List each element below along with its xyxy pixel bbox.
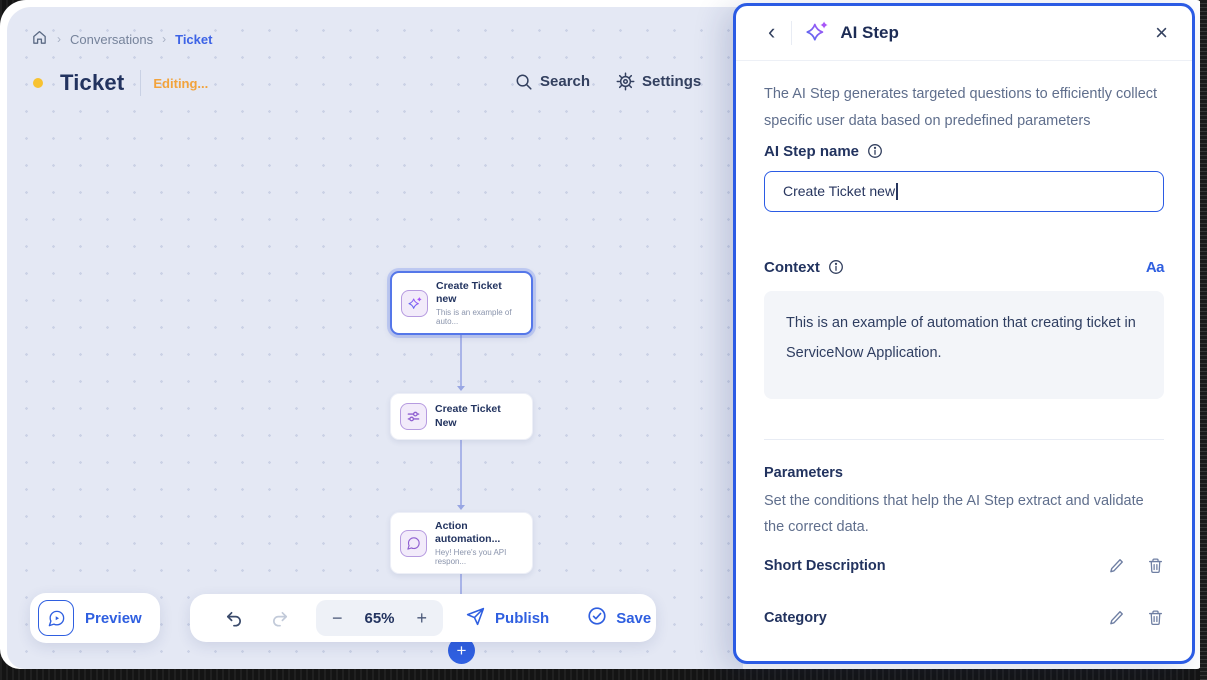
text-format-icon[interactable]: Aa (1146, 259, 1164, 276)
ai-step-name-input[interactable]: Create Ticket new (764, 171, 1164, 212)
node-subtitle: Hey! Here's you API respon... (435, 548, 523, 566)
canvas-toolbar: − 65% + Publish Save (190, 594, 656, 642)
node-create-ticket-new-ai[interactable]: Create Ticket new This is an example of … (390, 271, 533, 335)
search-button[interactable]: Search (515, 73, 590, 91)
node-title: Create Ticket New (435, 403, 523, 429)
context-label: Context (764, 259, 820, 276)
sparkle-icon (401, 290, 428, 317)
connector-line (460, 431, 462, 509)
search-label: Search (540, 73, 590, 90)
breadcrumb-conversations[interactable]: Conversations (70, 32, 153, 47)
paper-plane-icon (465, 606, 486, 631)
parameter-row: Category (764, 592, 1164, 644)
section-divider (764, 439, 1164, 440)
edit-pencil-icon[interactable] (1108, 609, 1125, 626)
ai-step-panel: ‹ AI Step × The AI Step generates target… (733, 3, 1195, 664)
node-create-ticket-new[interactable]: Create Ticket New (390, 393, 533, 440)
save-label: Save (616, 610, 651, 627)
save-button[interactable]: Save (587, 606, 651, 630)
breadcrumb: › Conversations › Ticket (31, 29, 212, 49)
panel-description: The AI Step generates targeted questions… (764, 81, 1164, 135)
settings-label: Settings (642, 73, 701, 90)
search-icon (515, 73, 533, 91)
node-title: Create Ticket new (436, 280, 522, 306)
breadcrumb-separator: › (162, 32, 166, 46)
back-chevron-icon[interactable]: ‹ (760, 21, 783, 46)
parameters-description: Set the conditions that help the AI Step… (764, 488, 1164, 540)
home-icon[interactable] (31, 29, 48, 49)
parameter-name: Short Description (764, 558, 886, 574)
zoom-level: 65% (361, 610, 399, 627)
parameter-row: Priority (764, 644, 1164, 664)
node-subtitle: This is an example of auto... (436, 308, 522, 326)
text-caret (896, 183, 898, 200)
scrollbar[interactable] (1200, 0, 1207, 680)
parameter-name: Priority (764, 662, 815, 664)
ai-step-name-label: AI Step name (764, 143, 859, 160)
edit-pencil-icon[interactable] (1108, 661, 1125, 664)
flow-canvas[interactable]: › Conversations › Ticket Ticket Editing.… (7, 7, 743, 669)
edit-pencil-icon[interactable] (1108, 557, 1125, 574)
delete-trash-icon[interactable] (1147, 609, 1164, 626)
preview-label: Preview (85, 610, 142, 627)
header-divider (791, 21, 792, 45)
node-title: Action automation... (435, 520, 523, 546)
parameters-title: Parameters (764, 465, 1164, 481)
title-divider (140, 70, 141, 96)
parameter-name: Category (764, 610, 827, 626)
zoom-control: − 65% + (316, 600, 443, 636)
page-title: Ticket (60, 70, 124, 96)
status-dot (33, 78, 43, 88)
preview-chat-play-icon (38, 600, 74, 636)
page-title-row: Ticket Editing... (33, 70, 208, 96)
check-circle-icon (587, 606, 607, 630)
breadcrumb-separator: › (57, 32, 61, 46)
zoom-in-button[interactable]: + (415, 609, 430, 627)
close-icon[interactable]: × (1155, 22, 1168, 44)
ai-step-name-value: Create Ticket new (783, 183, 895, 199)
publish-button[interactable]: Publish (465, 606, 549, 631)
undo-button[interactable] (224, 609, 243, 628)
panel-title: AI Step (840, 23, 899, 43)
context-textarea[interactable]: This is an example of automation that cr… (764, 291, 1164, 399)
editing-status: Editing... (153, 76, 208, 91)
breadcrumb-ticket[interactable]: Ticket (175, 32, 212, 47)
parameter-row: Short Description (764, 540, 1164, 592)
zoom-out-button[interactable]: − (330, 609, 345, 627)
panel-header: ‹ AI Step × (736, 6, 1192, 61)
publish-label: Publish (495, 610, 549, 627)
flow-sliders-icon (400, 403, 427, 430)
delete-trash-icon[interactable] (1147, 661, 1164, 664)
delete-trash-icon[interactable] (1147, 557, 1164, 574)
redo-button[interactable] (271, 609, 290, 628)
chat-bubble-icon (400, 530, 427, 557)
info-icon[interactable] (828, 259, 844, 275)
node-action-automation[interactable]: Action automation... Hey! Here's you API… (390, 512, 533, 574)
info-icon[interactable] (867, 143, 883, 159)
ai-sparkle-icon (804, 18, 830, 49)
gear-icon (616, 72, 635, 91)
settings-button[interactable]: Settings (616, 72, 701, 91)
preview-button[interactable]: Preview (30, 593, 160, 643)
